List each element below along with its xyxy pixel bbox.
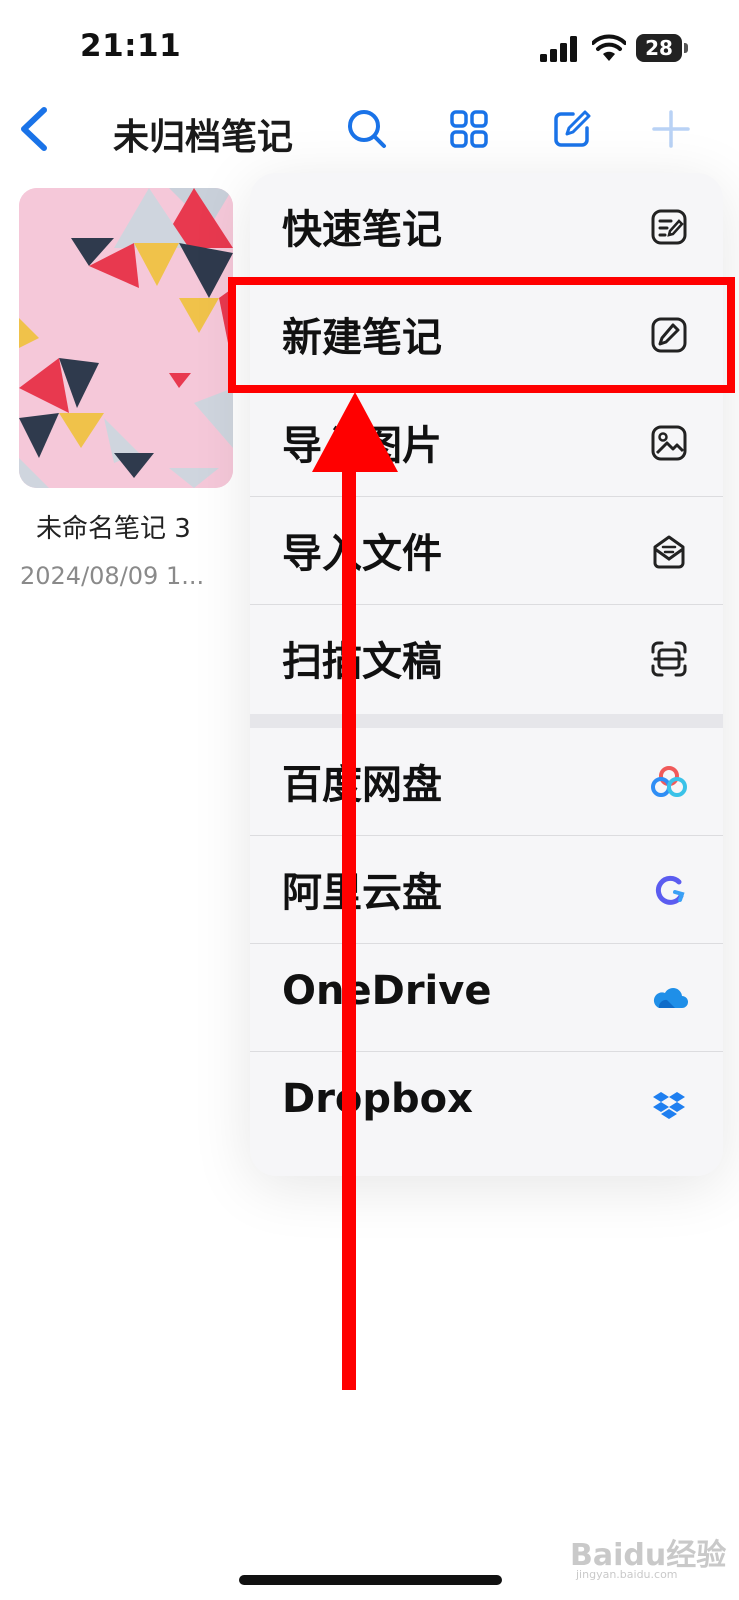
- file-import-icon: [653, 535, 685, 569]
- back-chevron-icon[interactable]: [14, 104, 54, 154]
- note-date: 2024/08/09 1...: [20, 562, 205, 590]
- page-title: 未归档笔记: [113, 117, 294, 158]
- aliyun-drive-icon: [655, 875, 685, 905]
- menu-item-quick-note[interactable]: 快速笔记: [250, 173, 723, 281]
- red-arrow-annotation: [312, 392, 398, 1390]
- status-bar: 21:11 28: [0, 0, 739, 90]
- note-title[interactable]: 未命名笔记 3: [36, 508, 191, 545]
- compose-icon[interactable]: [549, 106, 595, 152]
- image-icon: [651, 425, 687, 461]
- dropbox-icon: [653, 1092, 685, 1119]
- wifi-icon: [592, 34, 626, 61]
- watermark-url: jingyan.baidu.com: [576, 1568, 678, 1581]
- battery-icon: 28: [636, 34, 690, 62]
- highlight-box: [228, 277, 735, 393]
- battery-level: 28: [645, 36, 673, 60]
- menu-item-label: 快速笔记: [282, 207, 442, 253]
- onedrive-icon: [653, 988, 688, 1008]
- home-indicator: [239, 1575, 502, 1585]
- signal-icon: [540, 36, 577, 62]
- nav-bar: 未归档笔记: [0, 90, 739, 170]
- grid-view-icon[interactable]: [446, 106, 492, 152]
- search-icon[interactable]: [344, 106, 390, 152]
- status-time: 21:11: [80, 28, 182, 64]
- add-icon[interactable]: [648, 106, 694, 152]
- note-thumbnail[interactable]: [19, 188, 233, 488]
- triangle-pattern-image: [19, 188, 233, 488]
- scan-icon: [651, 641, 687, 677]
- quick-note-icon: [651, 209, 687, 245]
- baidu-netdisk-icon: [651, 766, 687, 797]
